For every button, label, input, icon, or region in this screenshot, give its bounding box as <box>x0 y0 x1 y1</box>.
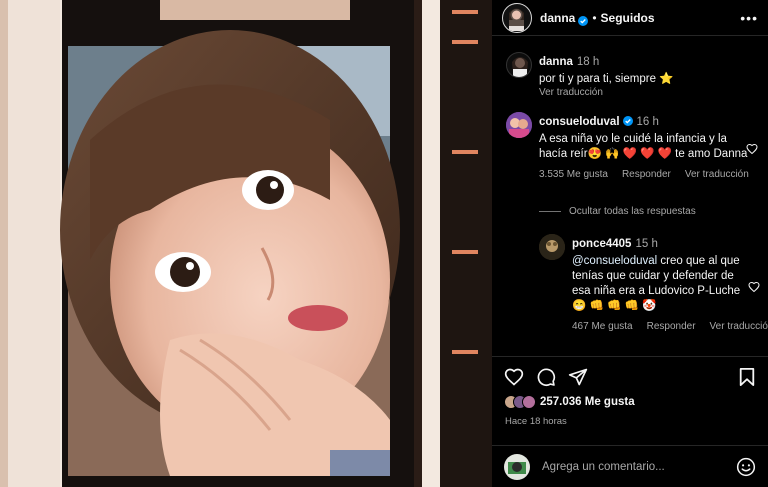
reply-likes[interactable]: 467 Me gusta <box>572 321 633 332</box>
reply-reply-button[interactable]: Responder <box>647 321 696 332</box>
divider-line <box>539 211 561 212</box>
share-icon[interactable] <box>568 367 588 387</box>
comment-username[interactable]: consueloduval <box>539 116 620 128</box>
post-photo[interactable] <box>0 0 492 487</box>
verified-icon <box>578 13 589 26</box>
comment-input[interactable]: Agrega un comentario... <box>542 461 736 473</box>
comment-time: 16 h <box>636 116 659 128</box>
caption-username[interactable]: danna <box>539 56 573 68</box>
caption-text: por ti y para ti, siempre ⭐ <box>539 73 674 85</box>
reply-translate-link[interactable]: Ver traducción <box>710 321 768 332</box>
comment-text: A esa niña yo le cuidé la infancia y la … <box>539 133 748 160</box>
add-comment-bar: Agrega un comentario... <box>492 445 768 487</box>
comment-icon[interactable] <box>536 367 556 387</box>
save-icon[interactable] <box>738 367 756 387</box>
like-icon[interactable] <box>504 367 524 387</box>
more-icon[interactable]: ••• <box>740 10 758 26</box>
follow-status-button[interactable]: Seguidos <box>601 11 655 25</box>
comment-meta: 3.535 Me gusta Responder Ver traducción <box>539 169 749 180</box>
verified-icon <box>622 113 633 126</box>
comment-reply-button[interactable]: Responder <box>622 169 671 180</box>
caption-body: danna 18 h por ti y para ti, siempre ⭐ Ve… <box>539 52 749 98</box>
reply-username[interactable]: ponce4405 <box>572 238 631 250</box>
caption-time: 18 h <box>576 56 600 68</box>
reply-meta: 467 Me gusta Responder Ver traducción <box>572 321 768 332</box>
liker-avatar <box>522 395 536 409</box>
post-header: danna • Seguidos ••• <box>492 0 768 36</box>
post-sidebar: danna • Seguidos ••• danna 18 h por ti y … <box>492 0 768 487</box>
reply-time: 15 h <box>635 238 658 250</box>
comment-translate-link[interactable]: Ver traducción <box>685 169 749 180</box>
separator-dot: • <box>592 10 597 25</box>
emoji-icon[interactable] <box>736 457 756 477</box>
reply-text: @consueloduval creo que al que tenías qu… <box>572 254 752 314</box>
caption-translate-link[interactable]: Ver traducción <box>539 87 603 98</box>
heart-icon[interactable] <box>748 280 760 293</box>
comment-likes[interactable]: 3.535 Me gusta <box>539 169 608 180</box>
film-photo-image <box>0 0 492 487</box>
reply-body: ponce4405 15 h @consueloduval creo que al… <box>572 234 768 332</box>
post-time[interactable]: Hace 18 horas <box>505 416 567 427</box>
reply-mention[interactable]: @consueloduval <box>572 255 657 267</box>
likes-summary[interactable]: 257.036 Me gusta <box>504 395 635 409</box>
caption-meta: Ver traducción <box>539 87 749 98</box>
heart-icon[interactable] <box>746 142 758 155</box>
comment-avatar[interactable] <box>506 112 532 138</box>
author-username[interactable]: danna <box>540 11 575 25</box>
post-actions: 257.036 Me gusta Hace 18 horas Agrega un… <box>492 356 768 487</box>
likes-count[interactable]: 257.036 Me gusta <box>540 396 635 408</box>
author-avatar[interactable] <box>502 2 532 33</box>
hide-replies-button[interactable]: Ocultar todas las respuestas <box>539 206 696 217</box>
comment-body: consueloduval 16 h A esa niña yo le cuidé… <box>539 112 749 180</box>
action-icons <box>504 367 588 387</box>
hide-replies-label: Ocultar todas las respuestas <box>569 206 696 217</box>
caption-avatar[interactable] <box>506 52 532 78</box>
reply-avatar[interactable] <box>539 234 565 260</box>
current-user-avatar <box>504 454 530 480</box>
